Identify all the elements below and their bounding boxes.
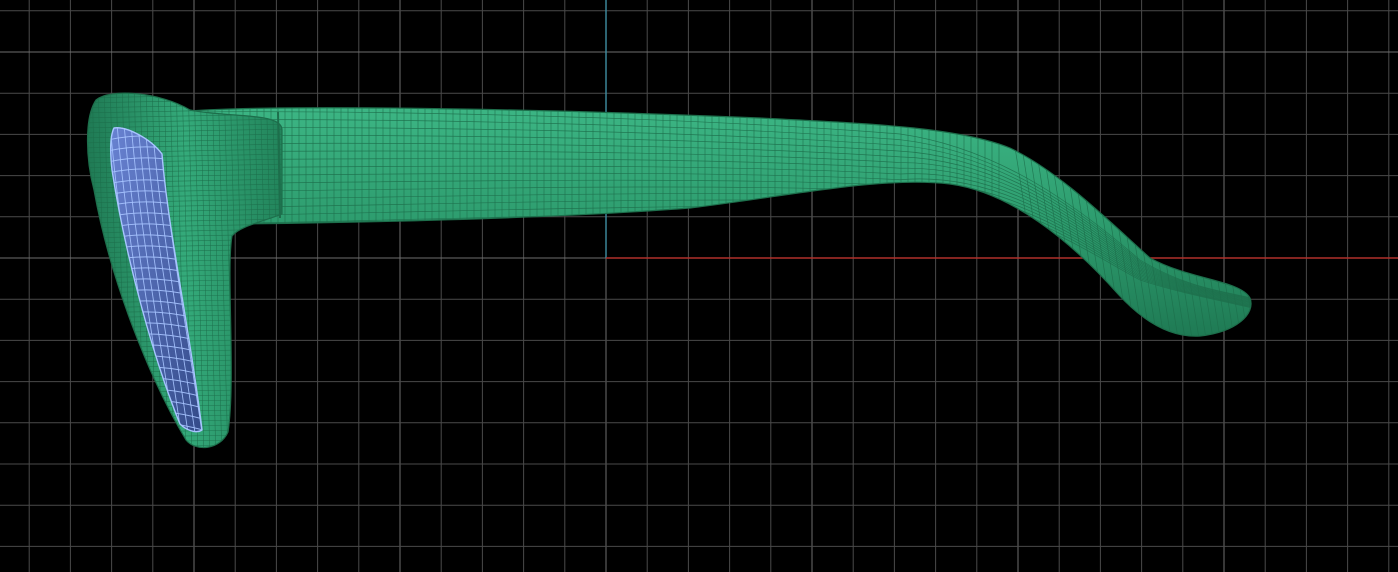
temple-arm[interactable] xyxy=(177,90,1298,345)
3d-viewport[interactable] xyxy=(0,0,1398,572)
